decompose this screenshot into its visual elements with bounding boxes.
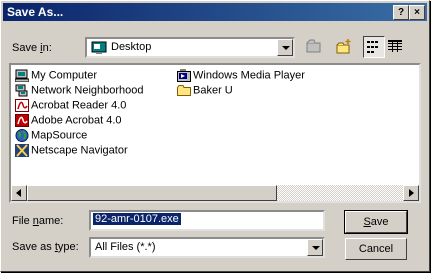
computer-icon [14, 69, 30, 83]
list-item[interactable]: MapSource [15, 129, 87, 143]
list-view-button[interactable] [363, 36, 385, 58]
save-as-type-label: Save as type: [12, 241, 79, 253]
arrow-right-icon [409, 189, 414, 197]
file-name-label: File name: [12, 215, 64, 227]
save-button[interactable]: Save [344, 210, 408, 234]
create-new-folder-button[interactable] [333, 36, 355, 58]
list-view-icon [367, 41, 381, 56]
save-in-dropdown[interactable]: Desktop [85, 37, 295, 58]
scroll-thumb[interactable] [27, 185, 277, 201]
list-item[interactable]: Acrobat Reader 4.0 [15, 99, 126, 113]
up-one-level-icon [306, 39, 322, 56]
details-view-button[interactable] [385, 36, 407, 58]
help-button[interactable]: ? [393, 5, 409, 20]
desktop-icon [91, 41, 107, 58]
save-as-dialog: Save As... ? × Save in: Desktop My Compu… [0, 0, 430, 272]
file-list[interactable]: My Computer Network Neighborhood Acrobat… [9, 63, 421, 203]
list-item[interactable]: My Computer [14, 69, 97, 83]
netscape-icon [15, 144, 29, 157]
media-player-icon [177, 69, 191, 82]
horizontal-scrollbar[interactable] [11, 185, 419, 201]
save-in-label: Save in: [12, 42, 52, 54]
list-item[interactable]: Network Neighborhood [15, 84, 144, 98]
globe-icon [15, 129, 29, 142]
save-in-value: Desktop [111, 41, 152, 53]
window-title: Save As... [7, 5, 64, 19]
list-item[interactable]: Netscape Navigator [15, 144, 128, 158]
close-button[interactable]: × [409, 5, 425, 20]
cancel-button[interactable]: Cancel [345, 238, 407, 260]
title-bar[interactable]: Save As... ? × [3, 3, 427, 21]
network-icon [15, 84, 29, 97]
create-new-folder-icon [336, 39, 352, 57]
details-view-icon [388, 40, 402, 55]
save-as-type-dropdown[interactable]: All Files (*.*) [89, 237, 325, 258]
save-as-type-value: All Files (*.*) [95, 241, 156, 253]
acrobat-icon [15, 114, 29, 127]
up-one-level-button[interactable] [303, 36, 325, 58]
list-item[interactable]: Windows Media Player [177, 69, 305, 83]
arrow-left-icon [16, 189, 21, 197]
chevron-down-icon[interactable] [277, 39, 293, 56]
scroll-left-button[interactable] [11, 185, 27, 201]
scroll-right-button[interactable] [403, 185, 419, 201]
file-name-value: 92-amr-0107.exe [93, 213, 181, 225]
list-item[interactable]: Adobe Acrobat 4.0 [15, 114, 122, 128]
acrobat-icon [15, 99, 29, 112]
chevron-down-icon[interactable] [307, 239, 323, 256]
folder-icon [177, 84, 191, 97]
file-name-input[interactable]: 92-amr-0107.exe [89, 210, 325, 231]
list-item[interactable]: Baker U [177, 84, 233, 98]
